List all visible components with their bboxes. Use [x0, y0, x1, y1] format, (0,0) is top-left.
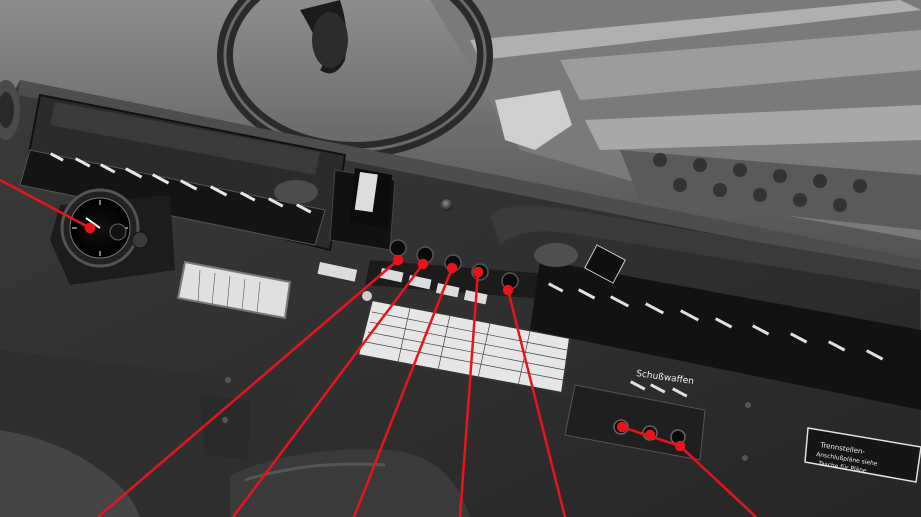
cockpit-svg: Schußwaffen Trennstellen- Anschlußpläne …	[0, 0, 921, 517]
fuse-box	[329, 168, 396, 251]
shelf-dome	[274, 180, 318, 204]
upper-knob[interactable]	[441, 199, 453, 211]
indicator-lamp	[362, 291, 372, 301]
push-button-1[interactable]	[389, 239, 407, 257]
clock-gauge[interactable]	[50, 188, 175, 285]
cockpit-panel-render: Schußwaffen Trennstellen- Anschlußpläne …	[0, 0, 921, 517]
